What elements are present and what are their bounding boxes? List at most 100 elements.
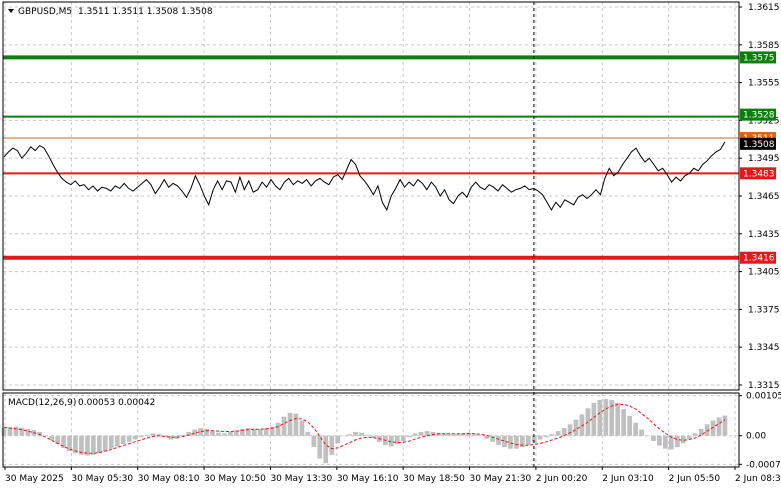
macd-bar xyxy=(686,435,692,439)
macd-bar xyxy=(603,399,609,436)
macd-bar xyxy=(85,435,90,456)
macd-bar xyxy=(722,415,728,436)
macd-bar xyxy=(13,426,19,436)
macd-bar xyxy=(597,399,603,436)
macd-bar xyxy=(454,434,460,436)
chart-background xyxy=(0,0,781,489)
level-tag-1.3483-text: 1.3483 xyxy=(743,169,775,179)
macd-bar xyxy=(526,435,531,445)
macd-bar xyxy=(359,432,364,436)
price-tick-label: 1.3585 xyxy=(748,41,780,51)
macd-bar xyxy=(150,433,156,436)
price-tick-label: 1.3315 xyxy=(748,381,780,391)
macd-label: MACD(12,26,9) xyxy=(8,398,76,408)
macd-bar xyxy=(228,431,233,436)
time-tick-label: 2 Jun 03:10 xyxy=(602,474,654,484)
macd-tick-label: 0.00105 xyxy=(746,392,781,402)
macd-bar xyxy=(347,434,352,436)
macd-bar xyxy=(335,435,340,444)
time-tick-label: 30 May 05:30 xyxy=(71,474,133,484)
macd-bar xyxy=(573,419,579,436)
price-tick-label: 1.3495 xyxy=(748,154,780,164)
level-tag-1.3416-text: 1.3416 xyxy=(743,254,775,264)
macd-bar xyxy=(311,435,317,448)
macd-header: MACD(12,26,9) 0.00053 0.00042 xyxy=(8,398,155,408)
macd-bar xyxy=(549,434,555,436)
macd-bar xyxy=(216,432,221,436)
macd-bar xyxy=(293,413,299,436)
macd-bar xyxy=(305,431,311,436)
macd-bar xyxy=(692,433,698,436)
time-tick-label: 30 May 13:30 xyxy=(270,474,332,484)
macd-bar xyxy=(716,417,722,436)
macd-bar xyxy=(102,435,108,451)
macd-bar xyxy=(514,435,519,449)
macd-bar xyxy=(287,412,293,436)
macd-bar xyxy=(412,433,418,436)
macd-bar xyxy=(621,409,626,436)
price-tick-label: 1.3405 xyxy=(748,268,780,278)
macd-bar xyxy=(132,435,138,440)
macd-bar xyxy=(138,435,144,438)
macd-bar xyxy=(1,428,7,436)
time-tick-label: 30 May 2025 xyxy=(5,474,64,484)
macd-tick-label: -0.00075 xyxy=(746,460,781,470)
price-tick-label: 1.3435 xyxy=(748,230,780,240)
macd-bar xyxy=(698,428,704,436)
macd-bar xyxy=(323,435,329,464)
time-tick-label: 30 May 16:10 xyxy=(337,474,399,484)
price-tick-label: 1.3555 xyxy=(748,79,780,89)
macd-bar xyxy=(97,435,102,454)
time-tick-label: 30 May 18:50 xyxy=(403,474,465,484)
macd-bar xyxy=(114,435,120,447)
price-tick-label: 1.3375 xyxy=(748,305,780,315)
level-tag-1.3528-text: 1.3528 xyxy=(743,111,775,121)
macd-bar xyxy=(365,435,370,436)
macd-bar xyxy=(144,435,150,436)
macd-tick-label: 0.00 xyxy=(746,432,766,442)
macd-bar xyxy=(37,431,43,436)
macd-bar xyxy=(651,435,656,441)
macd-bar xyxy=(537,435,543,440)
macd-bar xyxy=(406,435,412,438)
macd-bar xyxy=(210,431,215,436)
macd-bar xyxy=(418,431,424,436)
macd-bar xyxy=(400,435,406,441)
macd-bar xyxy=(633,422,638,436)
macd-bar xyxy=(627,415,632,436)
macd-bar xyxy=(543,435,549,438)
macd-bar xyxy=(257,429,263,436)
time-tick-label: 2 Jun 00:20 xyxy=(536,474,588,484)
macd-bar xyxy=(448,434,454,436)
price-tick-label: 1.3615 xyxy=(748,3,780,13)
macd-bar xyxy=(657,435,662,446)
macd-bar xyxy=(25,428,31,436)
level-tag-1.3575-text: 1.3575 xyxy=(743,53,775,63)
time-tick-label: 30 May 21:30 xyxy=(470,474,532,484)
macd-values: 0.00053 0.00042 xyxy=(78,398,155,408)
macd-bar xyxy=(472,434,478,436)
macd-bar xyxy=(120,435,126,445)
macd-bar xyxy=(91,435,96,455)
macd-bar xyxy=(639,429,644,436)
price-chart[interactable]: 1.36151.35851.35551.35251.34951.34651.34… xyxy=(0,0,781,489)
macd-bar xyxy=(508,435,513,449)
macd-bar xyxy=(478,435,483,437)
macd-bar xyxy=(341,435,346,437)
macd-bar xyxy=(663,435,668,449)
price-tick-label: 1.3345 xyxy=(748,343,780,353)
macd-bar xyxy=(55,435,60,445)
macd-bar xyxy=(108,435,114,449)
time-tick-label: 2 Jun 08:30 xyxy=(735,474,781,484)
macd-bar xyxy=(680,435,686,444)
time-tick-label: 30 May 10:50 xyxy=(204,474,266,484)
macd-bar xyxy=(615,402,621,436)
macd-bar xyxy=(299,420,305,436)
macd-bar xyxy=(609,399,615,436)
macd-bar xyxy=(329,435,335,455)
time-tick-label: 30 May 08:10 xyxy=(138,474,200,484)
macd-bar xyxy=(675,435,680,448)
macd-bar xyxy=(669,435,674,450)
ohlc-values: 1.3511 1.3511 1.3508 1.3508 xyxy=(78,7,213,17)
macd-bar xyxy=(645,435,650,437)
